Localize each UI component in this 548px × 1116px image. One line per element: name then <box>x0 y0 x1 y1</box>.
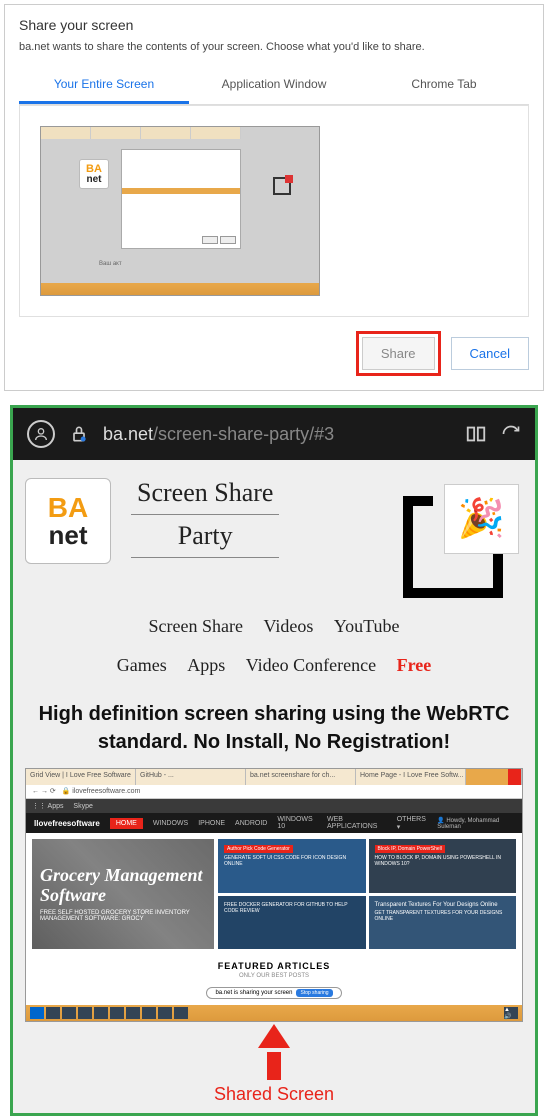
screen-thumbnail[interactable]: BA net Ваш акт <box>40 126 320 296</box>
nav-youtube[interactable]: YouTube <box>334 616 400 636</box>
page-content: BA net Screen Share Party 🎉 Screen Share… <box>13 460 535 1113</box>
ss-sharing-pill[interactable]: ba.net is sharing your screenStop sharin… <box>206 987 341 999</box>
share-tabs: Your Entire Screen Application Window Ch… <box>19 67 529 105</box>
cancel-button[interactable]: Cancel <box>451 337 529 370</box>
taskbar-tray[interactable]: ▲ 🔊 <box>504 1007 518 1019</box>
ss-bookmarks: ⋮⋮ Apps Skype <box>26 799 522 813</box>
tab-chrome-tab[interactable]: Chrome Tab <box>359 67 529 104</box>
dialog-title: Share your screen <box>19 17 529 33</box>
annotation-label: Shared Screen <box>25 1084 523 1105</box>
ss-url-bar[interactable]: ← → ⟳ 🔒 ilovefreesoftware.com <box>26 785 522 799</box>
ss-cards: Author Pick Code GeneratorGENERATE SOFT … <box>218 839 516 949</box>
ss-tab-2[interactable]: GitHub - ... <box>136 769 246 785</box>
tab-entire-screen[interactable]: Your Entire Screen <box>19 67 189 104</box>
nav-line-2: Games Apps Video Conference Free <box>25 655 523 676</box>
annotation: Shared Screen <box>25 1024 523 1105</box>
ss-site-logo[interactable]: Ilovefreesoftware <box>34 819 100 828</box>
ss-nav-home[interactable]: HOME <box>110 818 143 829</box>
page-titles: Screen Share Party <box>131 478 279 558</box>
headline: High definition screen sharing using the… <box>29 700 519 756</box>
dialog-subtitle: ba.net wants to share the contents of yo… <box>19 41 529 53</box>
ss-body: Grocery Management Software FREE SELF HO… <box>26 833 522 955</box>
lock-icon[interactable] <box>69 424 89 444</box>
ss-browser-tabs: Grid View | I Love Free Software GitHub … <box>26 769 522 785</box>
share-dialog: Share your screen ba.net wants to share … <box>4 4 544 391</box>
shared-screen-view: Grid View | I Love Free Software GitHub … <box>25 768 523 1022</box>
url-bar[interactable]: ba.net/screen-share-party/#3 <box>103 424 451 445</box>
nav-video-conference[interactable]: Video Conference <box>246 655 376 675</box>
ss-card-1[interactable]: Author Pick Code GeneratorGENERATE SOFT … <box>218 839 366 893</box>
share-button[interactable]: Share <box>362 337 435 370</box>
ss-tab-1[interactable]: Grid View | I Love Free Software <box>26 769 136 785</box>
share-highlight: Share <box>356 331 441 376</box>
dialog-buttons: Share Cancel <box>19 331 529 376</box>
ss-tab-4[interactable]: Home Page - I Love Free Softw... <box>356 769 466 785</box>
tab-application-window[interactable]: Application Window <box>189 67 359 104</box>
ss-tab-3[interactable]: ba.net screenshare for ch... <box>246 769 356 785</box>
thumb-inner-dialog <box>121 149 241 249</box>
nav-apps[interactable]: Apps <box>187 655 225 675</box>
title-line-1: Screen Share <box>131 478 279 515</box>
browser-screenshot: ba.net/screen-share-party/#3 BA net Scre… <box>10 405 538 1116</box>
nav-screen-share[interactable]: Screen Share <box>149 616 243 636</box>
share-overlay-icon <box>273 177 291 195</box>
reader-icon[interactable] <box>465 423 487 445</box>
party-icon: 🎉 <box>403 478 523 598</box>
banet-logo[interactable]: BA net <box>25 478 111 564</box>
ss-taskbar: ▲ 🔊 <box>26 1005 522 1021</box>
thumb-logo: BA net <box>79 159 109 189</box>
ss-featured-title: FEATURED ARTICLES <box>32 961 516 971</box>
arrow-icon <box>258 1024 290 1048</box>
ss-featured-sub: ONLY OUR BEST POSTS <box>32 973 516 979</box>
ss-window-close[interactable] <box>508 769 522 785</box>
ss-stop-sharing[interactable]: Stop sharing <box>296 989 332 997</box>
ss-card-3[interactable]: FREE DOCKER GENERATOR FOR GITHUB TO HELP… <box>218 896 366 950</box>
reload-icon[interactable] <box>501 424 521 444</box>
profile-icon[interactable] <box>27 420 55 448</box>
preview-area: BA net Ваш акт <box>19 105 529 317</box>
nav-videos[interactable]: Videos <box>263 616 313 636</box>
ss-card-4[interactable]: Transparent Textures For Your Designs On… <box>369 896 517 950</box>
ss-site-nav: Ilovefreesoftware HOME WINDOWS IPHONE AN… <box>26 813 522 833</box>
nav-games[interactable]: Games <box>117 655 167 675</box>
ss-featured: FEATURED ARTICLES ONLY OUR BEST POSTS ba… <box>26 955 522 1005</box>
nav-line-1: Screen Share Videos YouTube <box>25 616 523 637</box>
taskbar-start-icon[interactable] <box>30 1007 44 1019</box>
browser-toolbar: ba.net/screen-share-party/#3 <box>13 408 535 460</box>
nav-free[interactable]: Free <box>397 655 432 675</box>
ss-user-greeting[interactable]: 👤 Howdy, Mohammad Suleman <box>437 817 514 830</box>
ss-card-2[interactable]: Block IP, Domain PowerShellHOW TO BLOCK … <box>369 839 517 893</box>
thumb-caption: Ваш акт <box>99 261 122 267</box>
page-header: BA net Screen Share Party 🎉 <box>25 478 523 598</box>
ss-hero[interactable]: Grocery Management Software FREE SELF HO… <box>32 839 214 949</box>
title-line-2: Party <box>131 521 279 558</box>
